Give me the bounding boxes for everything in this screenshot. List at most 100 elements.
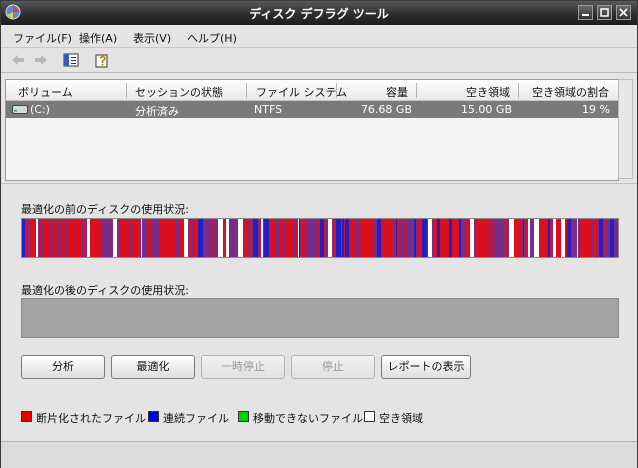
session-status: 分析済み [135,105,179,118]
close-icon [619,8,628,17]
cluster-stripe [324,219,326,257]
cluster-stripe [509,219,514,257]
cluster-stripe [218,219,223,257]
cluster-stripe [39,219,42,257]
cluster-stripe [336,219,341,257]
cluster-stripe [436,219,437,257]
cluster-stripe [51,219,56,257]
cluster-stripe [244,219,248,257]
menu-file[interactable]: ファイル(F) [13,30,72,46]
cluster-stripe [385,219,387,257]
volume-list-header: ボリューム セッションの状態 ファイル システム 容量 空き領域 空き領域の割合 [6,80,618,101]
cluster-stripe [61,219,65,257]
column-capacity[interactable]: 容量 [386,84,408,100]
title-bar[interactable]: ディスク デフラグ ツール [1,1,637,25]
minimize-button[interactable] [578,5,593,20]
maximize-button[interactable] [597,5,612,20]
stop-button[interactable]: 停止 [291,355,375,379]
cluster-stripe [327,219,328,257]
cluster-stripe [320,219,324,257]
cluster-stripe [533,219,534,257]
cluster-stripe [606,219,610,257]
cluster-stripe [132,219,135,257]
cluster-stripe [444,219,445,257]
cluster-stripe [282,219,284,257]
column-divider[interactable] [246,83,247,98]
cluster-stripe [230,219,234,257]
show-hide-console-tree-icon[interactable] [63,52,79,68]
cluster-stripe [567,219,571,257]
cluster-stripe [279,219,280,257]
analyze-button[interactable]: 分析 [21,355,105,379]
cluster-stripe [117,219,118,257]
column-file-system[interactable]: ファイル システム [256,84,347,100]
cluster-stripe [172,219,176,257]
cluster-stripe [276,219,279,257]
cluster-stripe [486,219,490,257]
cluster-stripe [68,219,73,257]
cluster-stripe [295,219,297,257]
cluster-stripe [414,219,416,257]
cluster-stripe [452,219,456,257]
cluster-stripe [46,219,50,257]
back-arrow-icon[interactable] [10,52,26,68]
cluster-stripe [584,219,586,257]
cluster-stripe [226,219,229,257]
cluster-stripe [594,219,598,257]
after-usage-bar [21,298,619,338]
view-report-button[interactable]: レポートの表示 [381,355,471,379]
cluster-stripe [142,219,146,257]
column-divider[interactable] [126,83,127,98]
cluster-stripe [579,219,583,257]
cluster-stripe [141,219,142,257]
cluster-stripe [459,219,461,257]
cluster-stripe [491,219,494,257]
cluster-stripe [592,219,594,257]
cluster-stripe [548,219,550,257]
column-session-status[interactable]: セッションの状態 [135,84,223,100]
cluster-stripe [496,219,500,257]
cluster-stripe [164,219,167,257]
cluster-stripe [160,219,163,257]
cluster-stripe [90,219,95,257]
cluster-stripe [523,219,524,257]
cluster-stripe [442,219,443,257]
volume-row[interactable]: (C:) 分析済み NTFS 76.68 GB 15.00 GB 19 % [6,101,618,118]
cluster-stripe [126,219,129,257]
cluster-stripe [45,219,46,257]
cluster-stripe [170,219,171,257]
fragmented-swatch [21,411,32,422]
cluster-stripe [410,219,413,257]
status-bar [1,441,637,468]
column-divider[interactable] [416,83,417,98]
cluster-stripe [328,219,332,257]
cluster-stripe [306,219,311,257]
cluster-stripe [198,219,203,257]
cluster-stripe [550,219,551,257]
cluster-stripe [540,219,541,257]
help-icon[interactable] [94,52,110,68]
cluster-stripe [78,219,82,257]
defragment-button[interactable]: 最適化 [111,355,195,379]
cluster-stripe [184,219,188,257]
cluster-stripe [299,219,300,257]
column-divider[interactable] [518,83,519,98]
menu-help[interactable]: ヘルプ(H) [187,30,237,46]
forward-arrow-icon[interactable] [33,52,49,68]
column-free-space[interactable]: 空き領域 [466,84,510,100]
legend-free-space-label: 空き領域 [379,412,423,425]
close-button[interactable] [616,5,631,20]
cluster-stripe [530,219,532,257]
cluster-stripe [396,219,397,257]
free-space: 15.00 GB [460,103,512,116]
cluster-stripe [121,219,125,257]
cluster-stripe [475,219,479,257]
column-free-space-percent[interactable]: 空き領域の割合 [532,84,609,100]
menu-action[interactable]: 操作(A) [79,30,117,46]
column-divider[interactable] [336,83,337,98]
pause-button[interactable]: 一時停止 [201,355,285,379]
cluster-stripe [405,219,410,257]
column-volume[interactable]: ボリューム [18,84,73,100]
menu-view[interactable]: 表示(V) [133,30,171,46]
volume-list-scrollbar[interactable] [618,79,633,179]
